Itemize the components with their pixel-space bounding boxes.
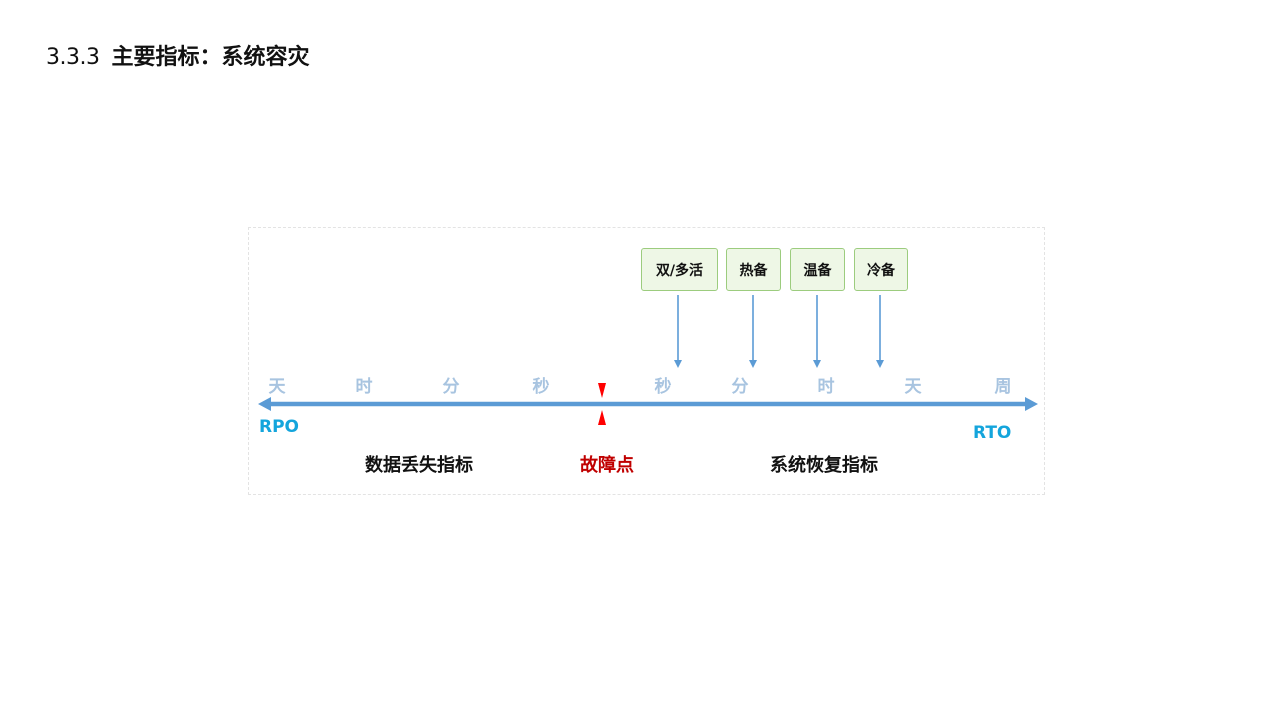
fault-marker-top: [598, 383, 606, 398]
rto-label: RTO: [973, 423, 1012, 443]
recovery-caption: 系统恢复指标: [770, 455, 878, 476]
data-loss-caption: 数据丢失指标: [365, 455, 473, 476]
fault-marker-bottom: [598, 410, 606, 425]
fault-point-caption: 故障点: [580, 455, 634, 476]
rpo-label: RPO: [259, 417, 300, 437]
timeline-right-arrowhead: [1025, 397, 1038, 411]
timeline-left-arrowhead: [258, 397, 271, 411]
timeline-axis: [258, 383, 1038, 425]
